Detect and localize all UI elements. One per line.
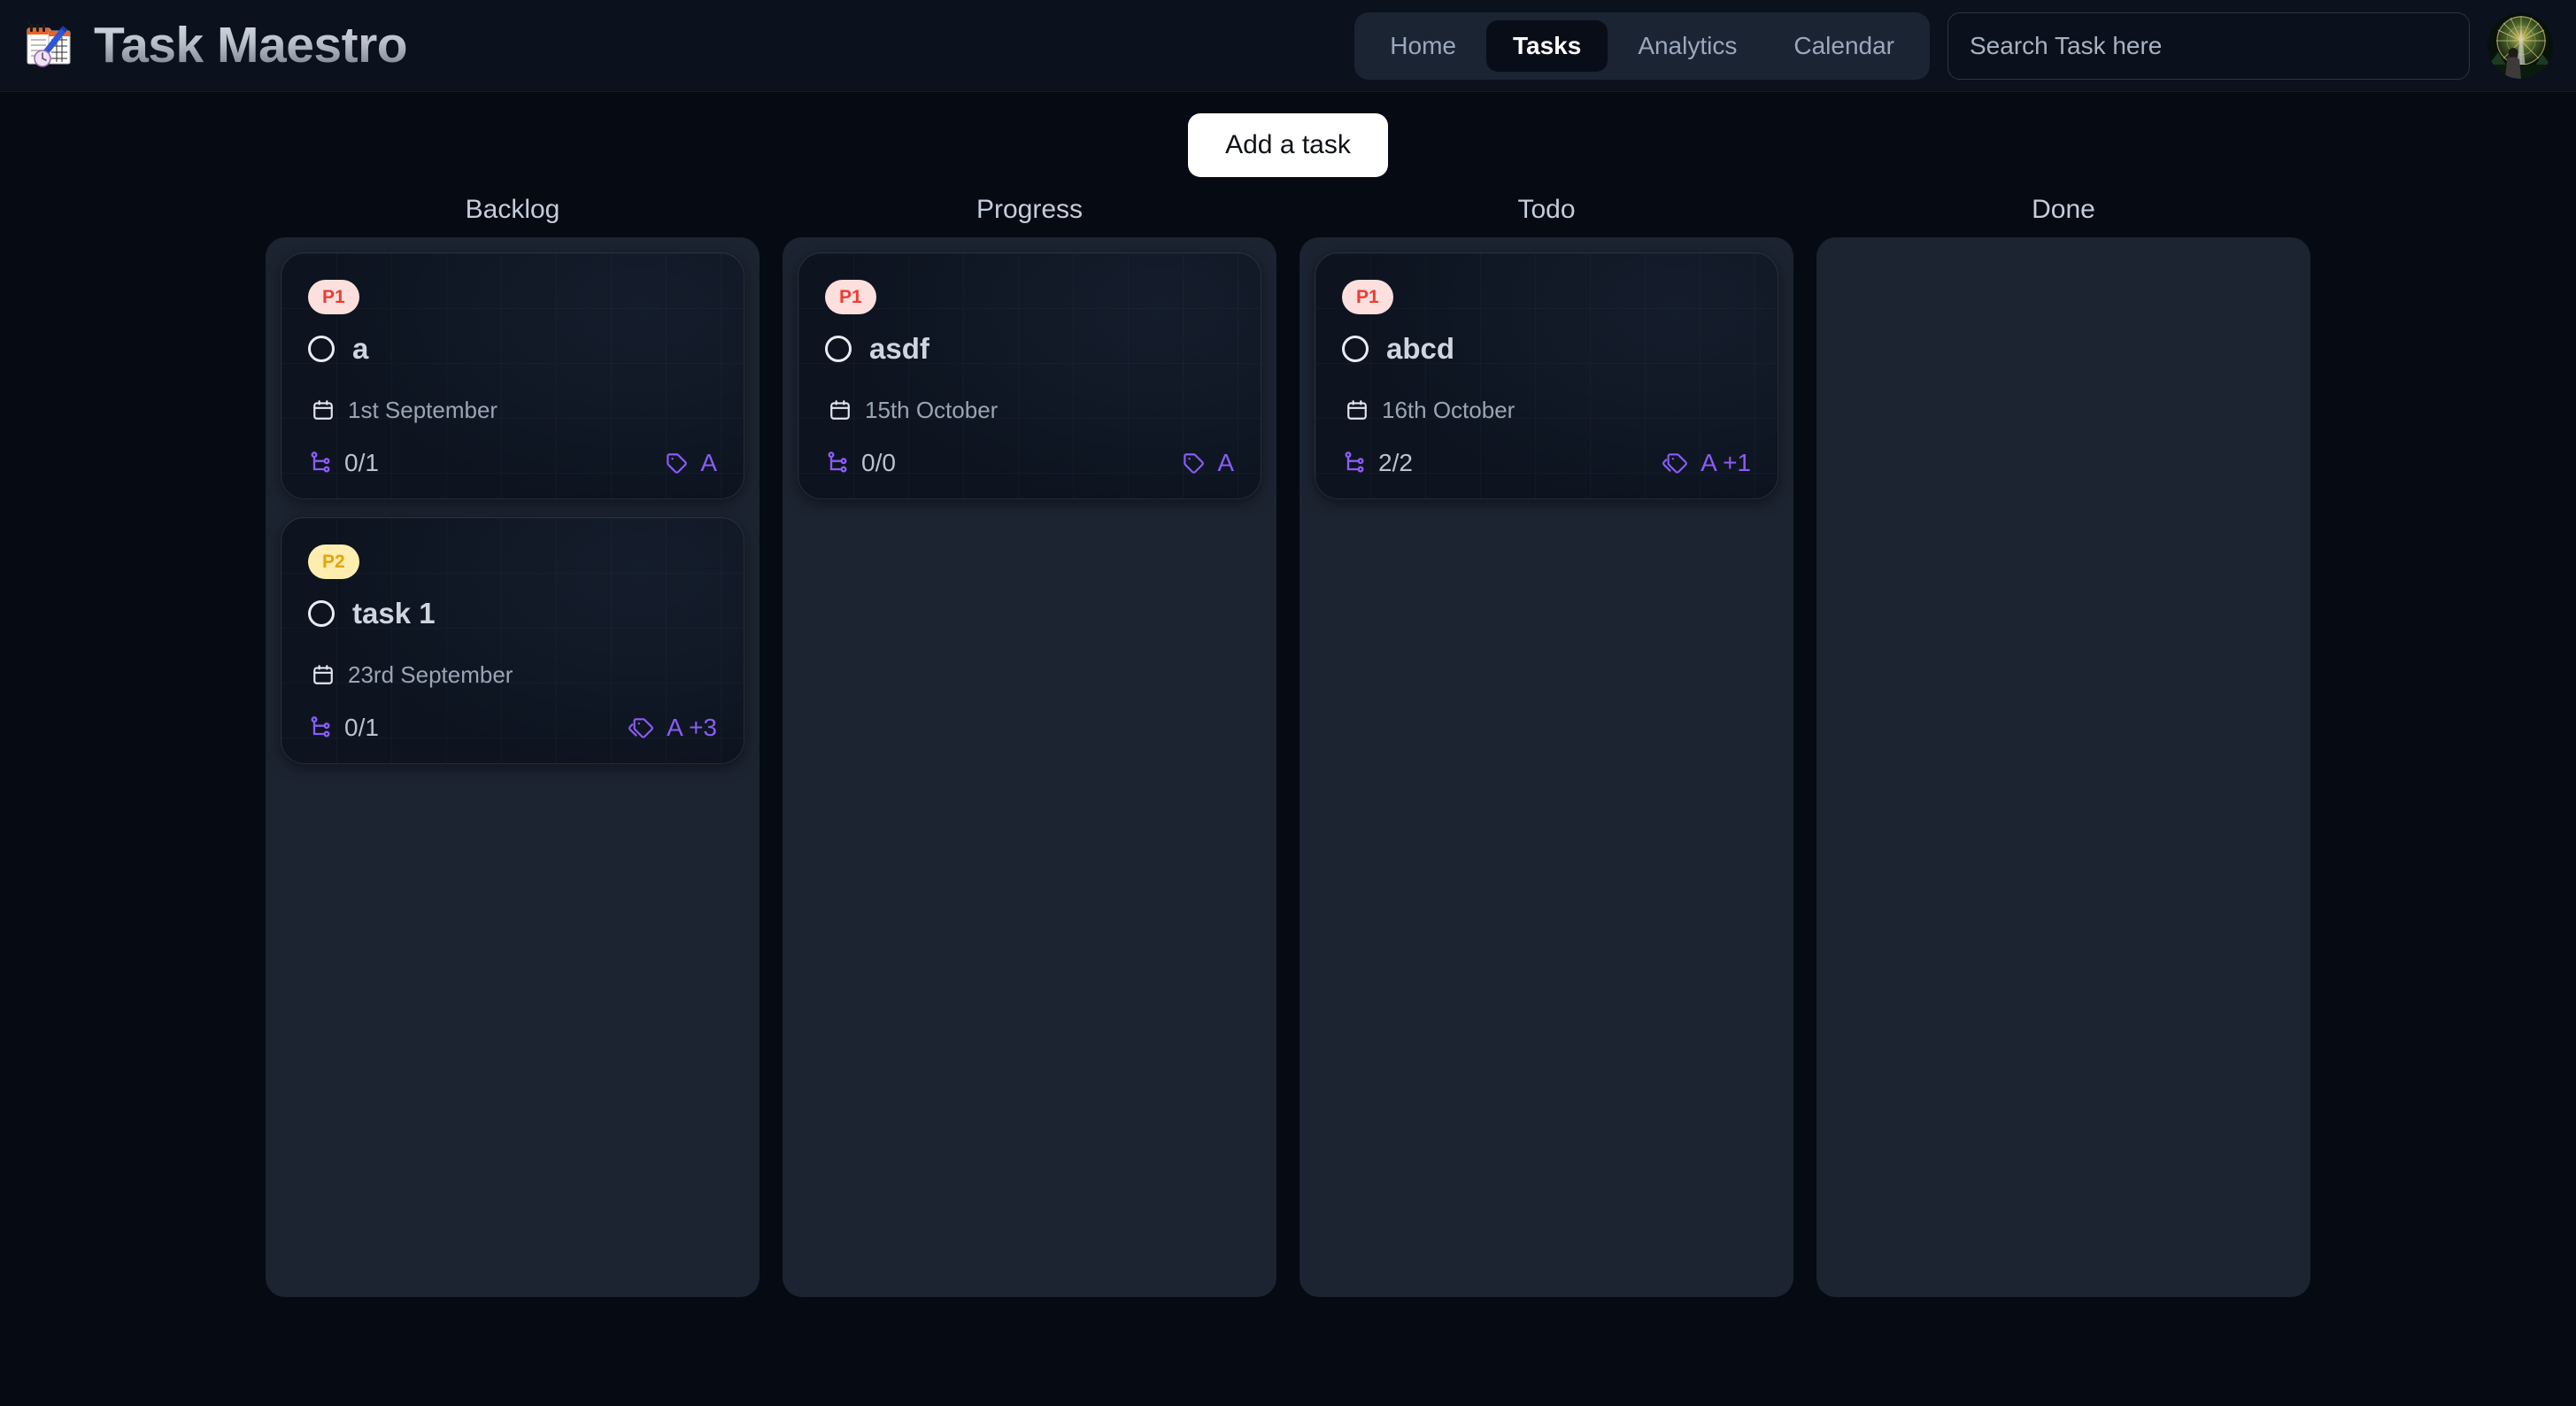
priority-badge: P1 bbox=[1342, 280, 1393, 314]
complete-checkbox[interactable] bbox=[308, 335, 335, 362]
due-date-text: 15th October bbox=[865, 397, 999, 423]
subtask-info: 0/0 bbox=[825, 451, 896, 475]
task-header: asdf bbox=[825, 334, 1234, 363]
subtask-count: 0/1 bbox=[344, 714, 379, 741]
column-title: Done bbox=[2032, 195, 2095, 224]
column-title: Todo bbox=[1517, 195, 1576, 224]
complete-checkbox[interactable] bbox=[1342, 335, 1369, 362]
column-title: Progress bbox=[976, 195, 1084, 224]
task-title: a bbox=[352, 332, 369, 365]
calendar-icon bbox=[1347, 400, 1367, 420]
task-card[interactable]: P1 asdf 15th October 0/0 A bbox=[798, 253, 1261, 498]
search-input[interactable] bbox=[1970, 32, 2448, 60]
tags-icon bbox=[1662, 453, 1687, 474]
add-task-row: Add a task bbox=[0, 113, 2576, 177]
nav-item-calendar[interactable]: Calendar bbox=[1767, 20, 1921, 72]
nav-item-tasks[interactable]: Tasks bbox=[1485, 20, 1608, 72]
tags-icon bbox=[629, 718, 653, 738]
subtask-info: 0/1 bbox=[308, 715, 379, 740]
column-dropzone[interactable]: P1 abcd 16th October 2/2 A +1 bbox=[1300, 237, 1793, 1297]
task-title: task 1 bbox=[352, 597, 436, 630]
calendar-icon bbox=[830, 400, 850, 420]
column-dropzone[interactable] bbox=[1816, 237, 2310, 1297]
due-date-text: 23rd September bbox=[348, 661, 513, 688]
avatar[interactable] bbox=[2487, 13, 2553, 79]
column-todo: Todo P1 abcd 16th October 2/2 A +1 bbox=[1300, 197, 1793, 1297]
due-date: 1st September bbox=[308, 398, 717, 421]
tag-list: A +1 bbox=[1701, 449, 1751, 476]
subtask-count: 2/2 bbox=[1378, 449, 1413, 476]
brand: Task Maestro bbox=[23, 16, 408, 73]
due-date: 23rd September bbox=[308, 663, 717, 686]
column-done: Done bbox=[1816, 197, 2310, 1297]
spiral-notepad-calendar-icon bbox=[23, 20, 74, 72]
top-bar: Task Maestro Home Tasks Analytics Calend… bbox=[0, 0, 2576, 92]
subtask-info: 0/1 bbox=[308, 451, 379, 475]
search-box[interactable] bbox=[1947, 12, 2470, 80]
column-progress: Progress P1 asdf 15th October 0/0 A bbox=[783, 197, 1276, 1297]
tag-list: A +3 bbox=[667, 714, 717, 741]
task-meta: 0/1 A bbox=[308, 451, 717, 475]
priority-badge: P1 bbox=[308, 280, 359, 314]
due-date-text: 1st September bbox=[348, 397, 498, 423]
git-fork-icon bbox=[828, 452, 847, 473]
main-nav: Home Tasks Analytics Calendar bbox=[1354, 12, 1930, 80]
task-meta: 2/2 A +1 bbox=[1342, 451, 1751, 475]
task-card[interactable]: P1 abcd 16th October 2/2 A +1 bbox=[1315, 253, 1778, 498]
git-fork-icon bbox=[311, 716, 330, 738]
due-date: 16th October bbox=[1342, 398, 1751, 421]
priority-badge: P1 bbox=[825, 280, 876, 314]
task-meta: 0/0 A bbox=[825, 451, 1234, 475]
task-header: a bbox=[308, 334, 717, 363]
task-meta: 0/1 A +3 bbox=[308, 715, 717, 740]
calendar-icon bbox=[313, 665, 333, 684]
priority-badge: P2 bbox=[308, 545, 359, 579]
top-bar-right: Home Tasks Analytics Calendar bbox=[1354, 0, 2553, 92]
tag-icon bbox=[667, 453, 688, 474]
column-dropzone[interactable]: P1 asdf 15th October 0/0 A bbox=[783, 237, 1276, 1297]
task-title: abcd bbox=[1386, 332, 1455, 365]
due-date-text: 16th October bbox=[1382, 397, 1516, 423]
task-card[interactable]: P2 task 1 23rd September 0/1 A +3 bbox=[282, 518, 744, 763]
task-header: abcd bbox=[1342, 334, 1751, 363]
column-dropzone[interactable]: P1 a 1st September 0/1 A P2 task 1 23rd … bbox=[266, 237, 760, 1297]
tag-info: A +1 bbox=[1662, 451, 1751, 475]
git-fork-icon bbox=[311, 452, 330, 473]
nav-item-home[interactable]: Home bbox=[1363, 20, 1483, 72]
subtask-count: 0/0 bbox=[861, 449, 896, 476]
tag-info: A +3 bbox=[629, 715, 717, 740]
column-backlog: Backlog P1 a 1st September 0/1 A P2 task… bbox=[266, 197, 760, 1297]
git-fork-icon bbox=[1345, 452, 1364, 473]
complete-checkbox[interactable] bbox=[308, 599, 335, 627]
tag-list: A bbox=[700, 449, 717, 476]
complete-checkbox[interactable] bbox=[825, 335, 852, 362]
task-header: task 1 bbox=[308, 599, 717, 628]
calendar-icon bbox=[313, 400, 333, 420]
task-title: asdf bbox=[869, 332, 929, 365]
kanban-board: Backlog P1 a 1st September 0/1 A P2 task… bbox=[0, 197, 2576, 1297]
tag-info: A bbox=[1183, 451, 1234, 475]
column-title: Backlog bbox=[465, 195, 560, 224]
tag-info: A bbox=[666, 451, 717, 475]
page-title: Task Maestro bbox=[94, 16, 408, 73]
nav-item-analytics[interactable]: Analytics bbox=[1611, 20, 1763, 72]
tag-icon bbox=[1184, 453, 1205, 474]
subtask-info: 2/2 bbox=[1342, 451, 1413, 475]
subtask-count: 0/1 bbox=[344, 449, 379, 476]
task-card[interactable]: P1 a 1st September 0/1 A bbox=[282, 253, 744, 498]
tag-list: A bbox=[1217, 449, 1234, 476]
due-date: 15th October bbox=[825, 398, 1234, 421]
add-task-button[interactable]: Add a task bbox=[1188, 113, 1388, 177]
